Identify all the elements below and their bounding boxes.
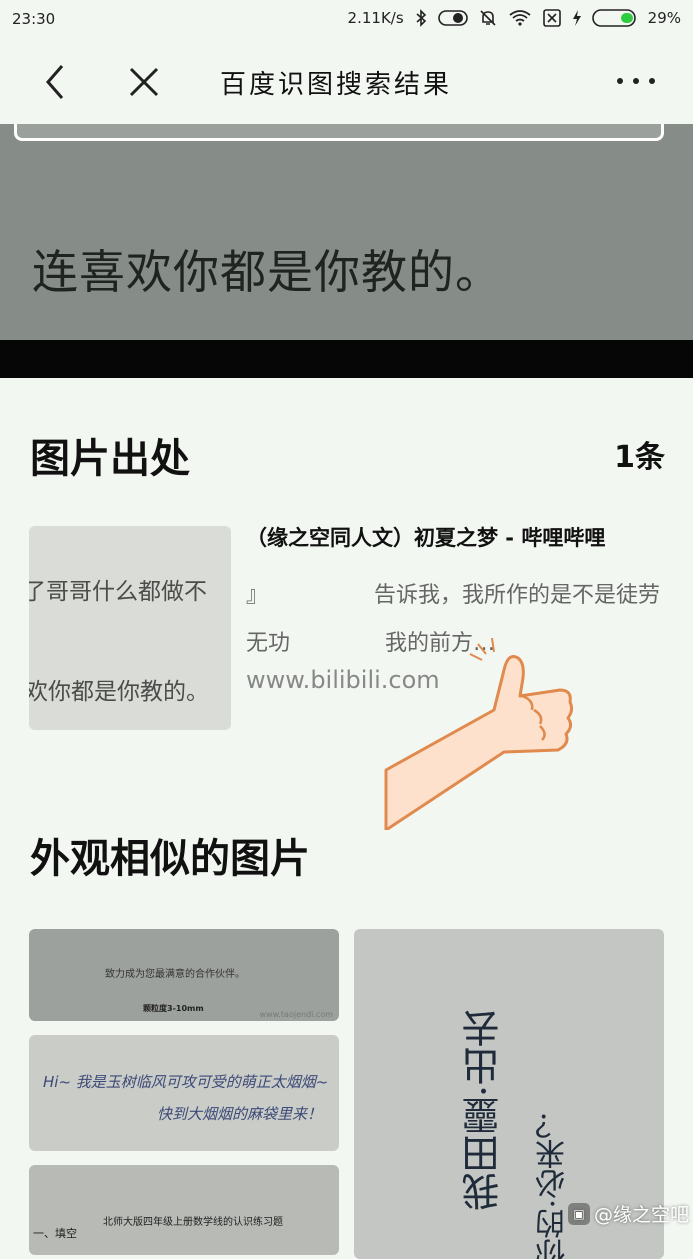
image-text: 致力成为您最满意的合作伙伴。 (105, 969, 245, 980)
thumbs-up-sticker (384, 637, 574, 830)
battery-icon (591, 9, 636, 27)
image-text: 颗粒度3-10mm (143, 1004, 204, 1013)
result-title[interactable]: （缘之空同人文）初夏之梦 - 哔哩哔哩 (246, 522, 605, 552)
image-text: Hi~ 我是玉树临风可攻可受的萌正太烟烟~ (43, 1073, 329, 1091)
back-icon[interactable] (38, 62, 74, 102)
query-image: 连喜欢你都是你教的。 (0, 124, 693, 340)
similar-image-3[interactable]: 北师大版四年级上册数学线的认识练习题 一、填空 (29, 1165, 339, 1255)
similar-section-title: 外观相似的图片 (30, 836, 310, 882)
close-icon[interactable] (126, 64, 162, 100)
forum-logo-icon: ▣ (567, 1202, 590, 1225)
image-text: 我田靈·出去 (462, 1009, 506, 1212)
query-image-text: 连喜欢你都是你教的。 (32, 245, 502, 299)
nav-bar: 百度识图搜索结果 (0, 38, 693, 124)
image-text: www.taojendi.com (259, 1010, 333, 1019)
image-text: 北师大版四年级上册数学线的认识练习题 (103, 1217, 283, 1228)
bluetooth-icon (416, 9, 426, 27)
thumbnail-text-line1: 了哥哥什么都做不 (29, 579, 207, 605)
status-time: 23:30 (12, 10, 56, 28)
no-sim-icon (542, 9, 561, 27)
watermark: ▣ @缘之空吧 (567, 1200, 689, 1227)
battery-percent: 29% (647, 9, 681, 27)
network-speed: 2.11K/s (347, 9, 404, 27)
page-title: 百度识图搜索结果 (220, 70, 453, 100)
source-section-title: 图片出处 (30, 436, 190, 482)
wifi-icon (509, 10, 531, 26)
crop-frame[interactable] (14, 124, 664, 141)
charging-icon (572, 10, 581, 26)
more-icon[interactable] (615, 72, 657, 90)
result-thumbnail[interactable]: 了哥哥什么都做不 欢你都是你教的。 (29, 526, 231, 730)
watermark-text: @缘之空吧 (593, 1204, 689, 1226)
similar-image-2[interactable]: Hi~ 我是玉树临风可攻可受的萌正太烟烟~ 快到大烟烟的麻袋里来！ (29, 1035, 339, 1151)
status-bar: 23:30 2.11K/s 29% (0, 0, 693, 38)
source-count: 1条 (614, 440, 665, 475)
toggle-icon (437, 10, 468, 26)
thumbnail-text-line2: 欢你都是你教的。 (29, 679, 209, 705)
similar-image-1[interactable]: 致力成为您最满意的合作伙伴。 颗粒度3-10mm www.taojendi.co… (29, 929, 339, 1021)
image-text: 一、填空 (33, 1227, 77, 1240)
image-text: 快到大烟烟的麻袋里来！ (157, 1105, 323, 1123)
image-text: 5 你的·必来？ (536, 1109, 571, 1259)
image-border-bar (0, 340, 693, 378)
mute-bell-icon (480, 10, 496, 26)
